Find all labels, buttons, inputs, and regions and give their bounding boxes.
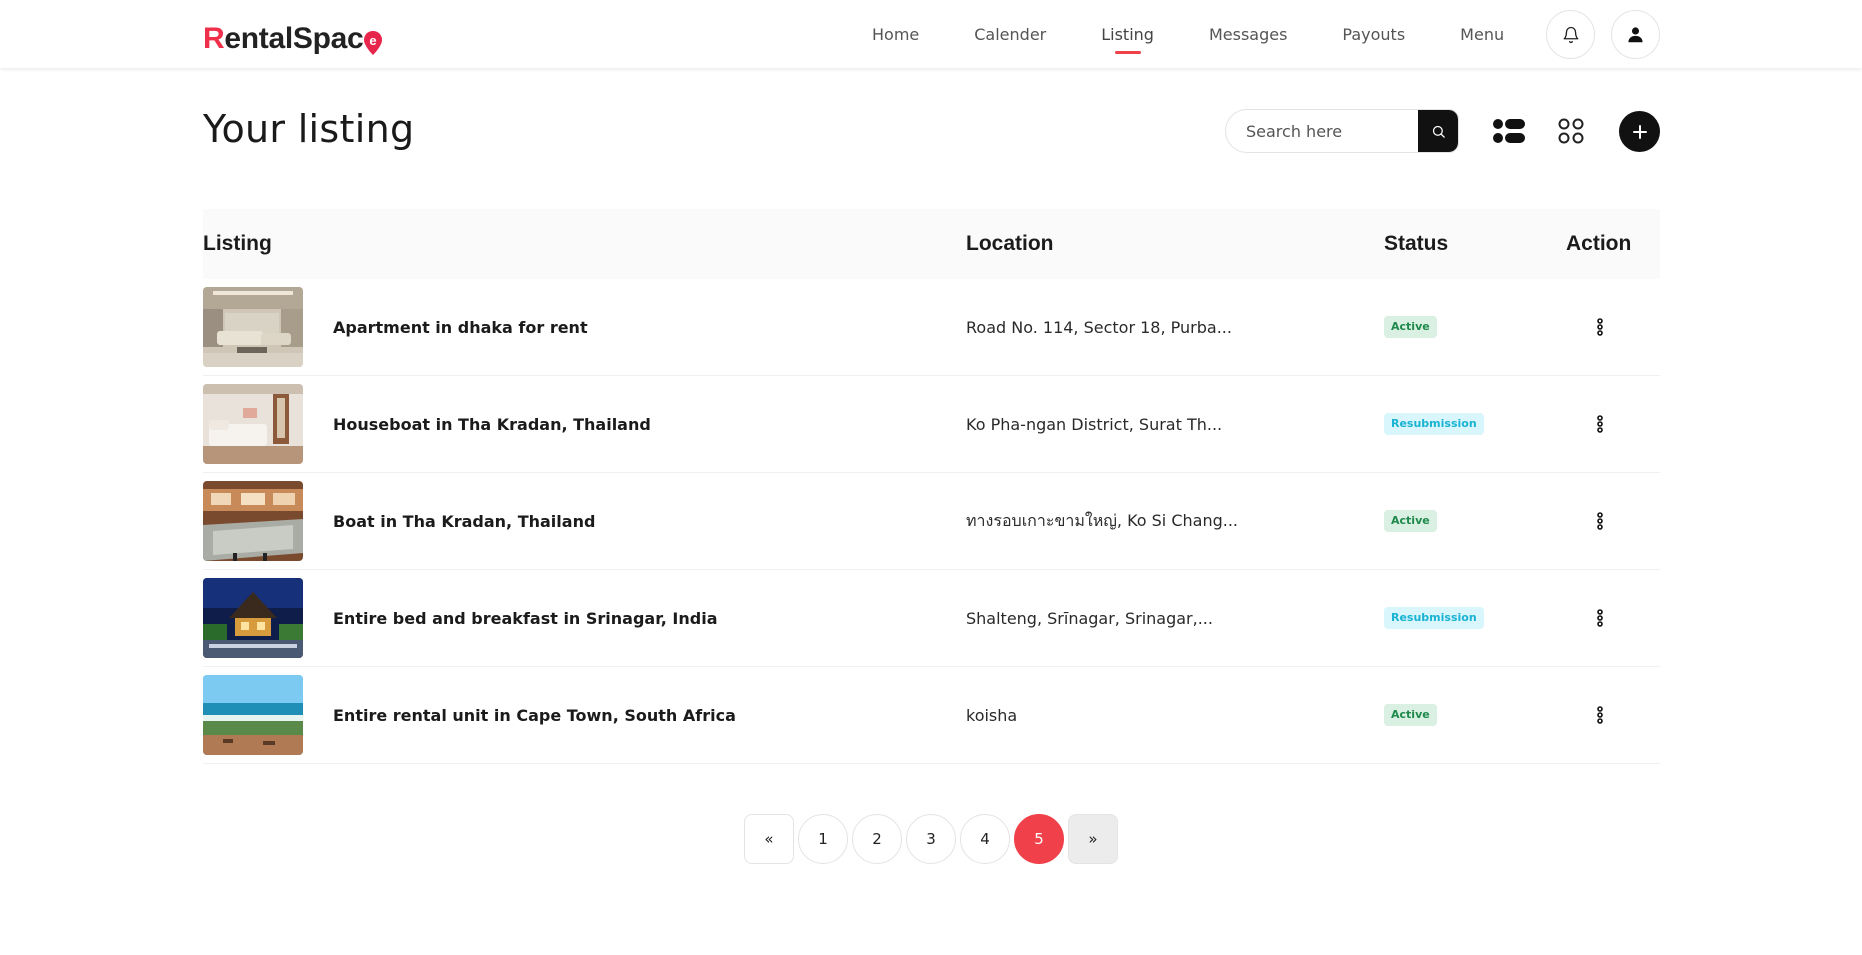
more-vertical-icon [1597, 609, 1603, 627]
status-badge: Resubmission [1384, 413, 1484, 435]
kitchen-photo [203, 481, 303, 561]
pagination-next[interactable]: » [1068, 814, 1118, 864]
column-header-listing: Listing [203, 232, 272, 255]
status-cell: Resubmission [1384, 376, 1484, 472]
list-view-button[interactable] [1493, 118, 1525, 144]
grid-view-icon [1558, 118, 1584, 144]
user-icon [1628, 27, 1643, 43]
search-input[interactable] [1226, 110, 1420, 152]
listing-location: Ko Pha-ngan District, Surat Th... [966, 414, 1223, 434]
search-icon [1432, 125, 1445, 138]
table-row[interactable]: Boat in Tha Kradan, Thailand ทางรอบเกาะข… [203, 473, 1660, 570]
column-header-location: Location [966, 232, 1054, 255]
plus-icon [1632, 124, 1647, 139]
profile-button[interactable] [1611, 10, 1660, 59]
night-house-photo [203, 578, 303, 658]
pagination-prev[interactable]: « [744, 814, 794, 864]
table-row[interactable]: Entire bed and breakfast in Srinagar, In… [203, 570, 1660, 667]
status-badge: Active [1384, 704, 1437, 726]
listing-location: koisha [966, 705, 1018, 725]
nav-calender[interactable]: Calender [974, 0, 1046, 68]
page-title: Your listing [203, 107, 415, 151]
status-badge: Resubmission [1384, 607, 1484, 629]
search-box [1225, 109, 1459, 153]
more-vertical-icon [1597, 706, 1603, 724]
pagination: « 1 2 3 4 5 » [744, 814, 1122, 864]
list-view-icon [1493, 119, 1525, 143]
nav-payouts[interactable]: Payouts [1342, 0, 1405, 68]
nav-messages[interactable]: Messages [1209, 0, 1287, 68]
status-cell: Active [1384, 667, 1437, 763]
listing-thumbnail[interactable] [203, 384, 303, 464]
pagination-page-3[interactable]: 3 [906, 814, 956, 864]
brand-name: RentalSpac [203, 22, 364, 55]
listings-table: Listing Location Status Action Apartment… [203, 209, 1660, 764]
pagination-page-5[interactable]: 5 [1014, 814, 1064, 864]
column-header-action: Action [1566, 232, 1632, 255]
row-actions-button[interactable] [1590, 570, 1610, 666]
table-row[interactable]: Apartment in dhaka for rent Road No. 114… [203, 279, 1660, 376]
table-row[interactable]: Entire rental unit in Cape Town, South A… [203, 667, 1660, 764]
status-cell: Resubmission [1384, 570, 1484, 666]
main-nav: Home Calender Listing Messages Payouts M… [872, 0, 1559, 68]
row-actions-button[interactable] [1590, 473, 1610, 569]
listing-location: Road No. 114, Sector 18, Purba... [966, 317, 1232, 337]
pagination-page-4[interactable]: 4 [960, 814, 1010, 864]
listing-thumbnail[interactable] [203, 578, 303, 658]
listing-thumbnail[interactable] [203, 481, 303, 561]
row-actions-button[interactable] [1590, 376, 1610, 472]
row-actions-button[interactable] [1590, 667, 1610, 763]
listing-title[interactable]: Entire bed and breakfast in Srinagar, In… [333, 570, 717, 666]
bell-icon [1563, 26, 1578, 43]
add-listing-button[interactable] [1619, 111, 1660, 152]
more-vertical-icon [1597, 415, 1603, 433]
top-navbar: RentalSpac e Home Calender Listing Messag… [0, 0, 1862, 68]
listing-title[interactable]: Boat in Tha Kradan, Thailand [333, 473, 595, 569]
notifications-button[interactable] [1546, 10, 1595, 59]
status-badge: Active [1384, 510, 1437, 532]
more-vertical-icon [1597, 318, 1603, 336]
nav-listing[interactable]: Listing [1101, 0, 1154, 68]
grid-view-button[interactable] [1558, 118, 1584, 144]
living-room-photo [203, 287, 303, 367]
beach-photo [203, 675, 303, 755]
listing-title[interactable]: Houseboat in Tha Kradan, Thailand [333, 376, 651, 472]
listing-title[interactable]: Apartment in dhaka for rent [333, 279, 588, 375]
listing-location: ทางรอบเกาะขามใหญ่, Ko Si Chang... [966, 510, 1238, 530]
more-vertical-icon [1597, 512, 1603, 530]
row-actions-button[interactable] [1590, 279, 1610, 375]
listing-thumbnail[interactable] [203, 287, 303, 367]
svg-text:e: e [370, 33, 377, 48]
brand-logo[interactable]: RentalSpac e [203, 14, 383, 55]
status-badge: Active [1384, 316, 1437, 338]
bedroom-photo [203, 384, 303, 464]
table-header: Listing Location Status Action [203, 209, 1660, 279]
nav-menu[interactable]: Menu [1460, 0, 1504, 68]
table-row[interactable]: Houseboat in Tha Kradan, Thailand Ko Pha… [203, 376, 1660, 473]
listing-title[interactable]: Entire rental unit in Cape Town, South A… [333, 667, 736, 763]
pagination-page-2[interactable]: 2 [852, 814, 902, 864]
status-cell: Active [1384, 473, 1437, 569]
location-pin-icon: e [363, 30, 383, 60]
listing-location: Shalteng, Srīnagar, Srinagar,... [966, 608, 1213, 628]
nav-home[interactable]: Home [872, 0, 919, 68]
status-cell: Active [1384, 279, 1437, 375]
pagination-page-1[interactable]: 1 [798, 814, 848, 864]
listing-thumbnail[interactable] [203, 675, 303, 755]
column-header-status: Status [1384, 232, 1449, 255]
search-button[interactable] [1418, 110, 1458, 152]
